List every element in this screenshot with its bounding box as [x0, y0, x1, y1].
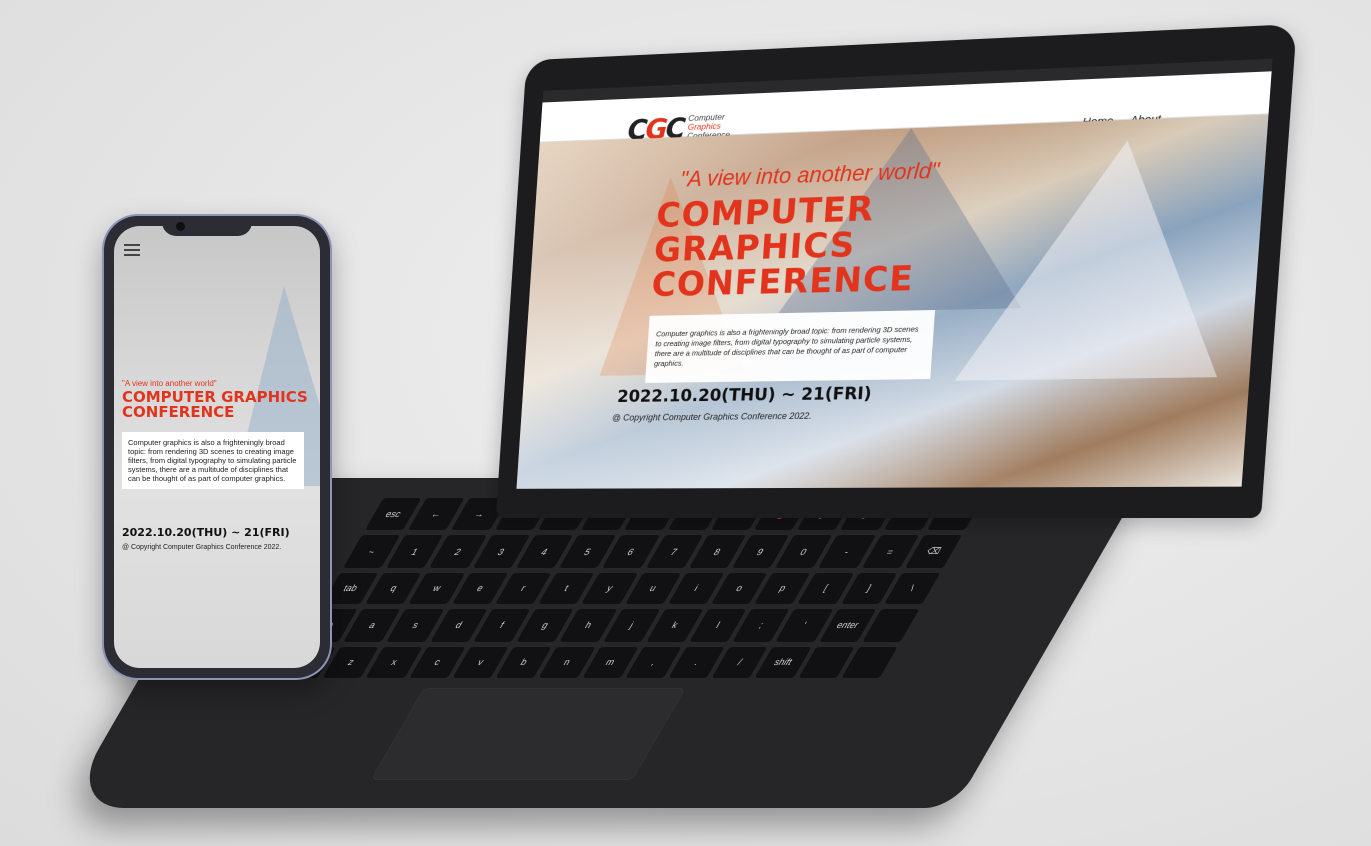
laptop-lid: C G C Computer Graphics Conference Home [495, 23, 1297, 518]
social-links [1157, 90, 1185, 102]
facebook-icon[interactable] [1157, 90, 1170, 102]
hero-date: 2022.10.20(THU) ~ 21(FRI) [616, 383, 873, 407]
phone-screen: "A view into another world" COMPUTER GRA… [114, 226, 320, 668]
hero-snow-art [954, 136, 1235, 381]
phone-camera [176, 222, 185, 231]
phone-quote: "A view into another world" [122, 379, 217, 388]
twitter-icon[interactable] [1173, 90, 1185, 101]
laptop-screen: C G C Computer Graphics Conference Home [516, 58, 1273, 489]
phone-description: Computer graphics is also a frighteningl… [122, 432, 304, 489]
hero-copyright: @ Copyright Computer Graphics Conference… [611, 410, 813, 423]
hero-title: COMPUTER GRAPHICS CONFERENCE [650, 189, 920, 305]
hamburger-icon[interactable] [124, 244, 140, 259]
phone-device: "A view into another world" COMPUTER GRA… [104, 216, 330, 678]
phone-copyright: @ Copyright Computer Graphics Conference… [122, 544, 282, 551]
laptop-keyboard: esc←→⟳⛶▭☼☀⏯🔇🔉🔊⏻~1234567890-=⌫tabqwertyui… [279, 498, 984, 678]
phone-date: 2022.10.20(THU) ~ 21(FRI) [122, 526, 290, 539]
laptop-touchpad [370, 688, 686, 780]
hero-title-line-3: CONFERENCE [650, 258, 916, 305]
phone-title: COMPUTER GRAPHICS CONFERENCE [122, 388, 308, 421]
hero-description: Computer graphics is also a frighteningl… [645, 309, 936, 383]
hero-section: "A view into another world" COMPUTER GRA… [516, 114, 1269, 489]
